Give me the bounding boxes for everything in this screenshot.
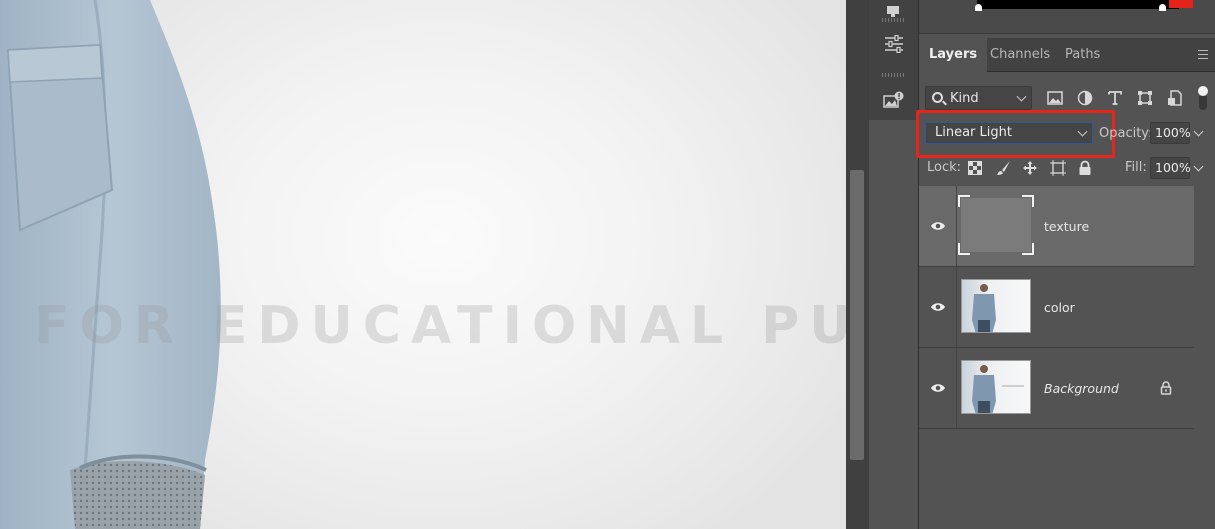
layer-filter-row: Kind [919, 84, 1215, 112]
layers-list: texture color Background [919, 186, 1194, 429]
type-filter-icon[interactable] [1106, 89, 1124, 107]
adjustment-filter-icon[interactable] [1076, 89, 1094, 107]
lock-position-icon[interactable] [1021, 159, 1039, 177]
collapsed-panel-icons [869, 0, 919, 120]
panel-tab-bar: Layers Channels Paths [919, 38, 1215, 72]
blend-mode-row: Linear Light Opacity: 100% [916, 110, 1215, 158]
toggle-track [1199, 96, 1207, 110]
properties-panel-button[interactable] [879, 0, 909, 26]
sliders-icon [884, 34, 904, 56]
gradient-stop-left[interactable] [975, 4, 982, 11]
libraries-panel-button[interactable] [879, 88, 909, 114]
visibility-toggle[interactable] [919, 348, 957, 428]
shirt-sleeve-photo [0, 0, 221, 529]
person-thumbnail-image [972, 365, 1024, 413]
shape-filter-icon[interactable] [1136, 89, 1154, 107]
fill-label: Fill: [1125, 160, 1147, 175]
fill-input[interactable]: 100% [1150, 157, 1191, 179]
panel-grip[interactable] [882, 73, 906, 77]
selection-corner [1022, 243, 1034, 255]
layers-panel-area: Layers Channels Paths Kind Linear Light … [916, 0, 1215, 529]
lock-icon[interactable] [1159, 381, 1173, 395]
person-thumbnail-image [972, 284, 996, 332]
search-icon [932, 92, 943, 103]
visibility-toggle[interactable] [919, 186, 957, 266]
filter-kind-label: Kind [950, 90, 979, 106]
panel-dock-strip [868, 0, 919, 529]
eye-icon [930, 222, 945, 230]
lock-label: Lock: [927, 160, 962, 175]
image-info-icon [883, 91, 905, 112]
artboard-nesting-icon[interactable] [1049, 159, 1067, 177]
layer-name[interactable]: color [1044, 267, 1075, 347]
lock-transparent-pixels-icon[interactable] [966, 159, 984, 177]
selection-corner [1022, 195, 1034, 207]
color-swatch[interactable] [1169, 0, 1193, 8]
document-canvas[interactable]: FOR EDUCATIONAL PURPOSES [0, 0, 846, 529]
gradient-editor-strip [919, 0, 1215, 34]
visibility-toggle[interactable] [919, 267, 957, 347]
canvas-vertical-scrollbar[interactable] [846, 0, 868, 529]
layer-row-background[interactable]: Background [919, 348, 1194, 429]
adjustments-panel-button[interactable] [879, 32, 909, 58]
toggle-knob [1198, 86, 1208, 96]
image-filter-icon[interactable] [1046, 89, 1064, 107]
lock-all-icon[interactable] [1076, 159, 1094, 177]
panel-grip[interactable] [882, 18, 906, 22]
selection-corner [958, 243, 970, 255]
filter-kind-select[interactable]: Kind [925, 86, 1032, 110]
eye-icon [930, 384, 945, 392]
watermark-text: FOR EDUCATIONAL PURPOSES [34, 296, 846, 356]
tab-paths[interactable]: Paths [1055, 38, 1110, 72]
filter-toggle-switch[interactable] [1197, 86, 1209, 110]
layer-thumbnail[interactable] [961, 360, 1031, 414]
layer-name[interactable]: texture [1044, 186, 1089, 266]
opacity-dropdown-icon[interactable] [1191, 122, 1207, 144]
scrollbar-thumb[interactable] [850, 170, 864, 460]
selection-corner [958, 195, 970, 207]
opacity-label: Opacity: [1099, 126, 1153, 141]
gradient-stop-right[interactable] [1159, 4, 1166, 11]
eye-icon [930, 303, 945, 311]
chevron-down-icon [1016, 91, 1027, 102]
lock-row: Lock: Fill: 100% [919, 154, 1215, 182]
annotation-highlight-box [916, 110, 1115, 158]
layer-thumbnail[interactable] [961, 279, 1031, 333]
fill-dropdown-icon[interactable] [1191, 157, 1207, 179]
layer-row-color[interactable]: color [919, 267, 1194, 348]
opacity-input[interactable]: 100% [1150, 122, 1191, 144]
layer-name[interactable]: Background [1044, 348, 1119, 428]
layer-thumbnail[interactable] [958, 195, 1034, 255]
smart-object-filter-icon[interactable] [1166, 89, 1184, 107]
layer-row-texture[interactable]: texture [919, 186, 1194, 267]
tab-layers[interactable]: Layers [919, 38, 988, 72]
tab-channels[interactable]: Channels [980, 38, 1060, 72]
panel-menu-icon[interactable] [1198, 50, 1208, 59]
gradient-preview-bar[interactable] [977, 0, 1179, 9]
lock-image-pixels-icon[interactable] [995, 159, 1013, 177]
